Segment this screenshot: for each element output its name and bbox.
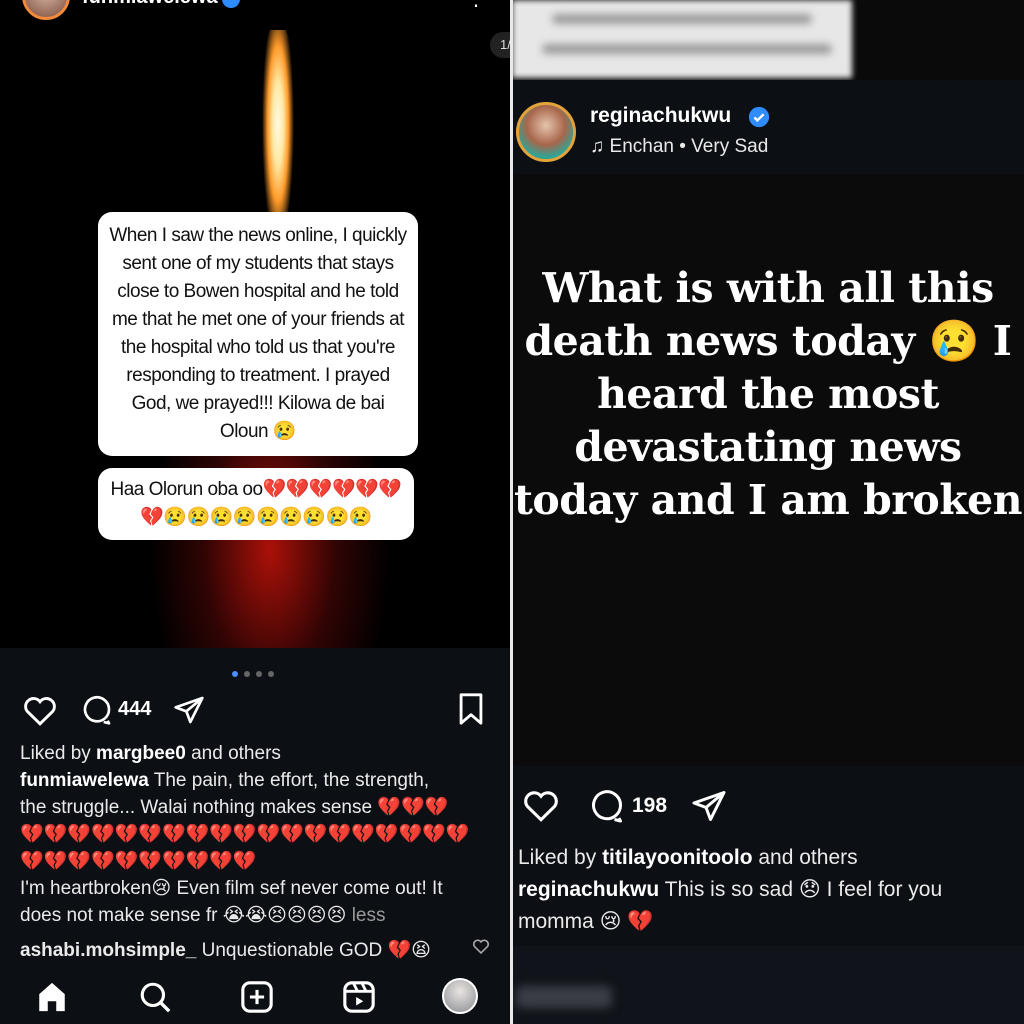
post-username[interactable]: funmiawelewa: [82, 0, 218, 9]
more-options-icon[interactable]: ⋮: [466, 0, 486, 11]
carousel-counter: 1/: [490, 32, 512, 58]
post-caption: Liked by titilayoonitoolo and others reg…: [518, 842, 1018, 938]
heart-icon[interactable]: [522, 788, 560, 827]
caption-username[interactable]: reginachukwu: [518, 878, 659, 901]
carousel-dot: [268, 671, 274, 677]
liked-by-user[interactable]: titilayoonitoolo: [602, 846, 752, 869]
bottom-navigation-bar: [0, 966, 512, 1024]
post-text: What is with all this death news today 😢…: [513, 264, 1023, 524]
verified-badge-icon: [222, 0, 240, 8]
post-image[interactable]: What is with all this death news today 😢…: [512, 174, 1024, 766]
share-icon[interactable]: [172, 694, 206, 731]
music-label[interactable]: ♫ Enchan • Very Sad: [590, 136, 768, 158]
comment-count: 444: [118, 698, 152, 720]
blurred-text-line: [542, 44, 832, 54]
comment-icon[interactable]: [588, 788, 626, 829]
comment-icon[interactable]: [80, 694, 114, 731]
liked-by-suffix[interactable]: and others: [186, 743, 281, 764]
caption-line: reginachukwu This is so sad 😞 I feel for…: [518, 874, 1018, 938]
previous-post-blurred: [512, 0, 1024, 80]
right-instagram-post: reginachukwu ♫ Enchan • Very Sad What is…: [512, 0, 1024, 1024]
story-text-bubble-1: When I saw the news online, I quickly se…: [98, 212, 418, 456]
reels-icon[interactable]: [342, 980, 376, 1019]
post-username[interactable]: reginachukwu: [590, 104, 731, 128]
comment-text: Unquestionable GOD 💔😫: [196, 940, 431, 961]
liked-by-prefix: Liked by: [518, 846, 603, 869]
caption-line-1: funmiawelewa The pain, the effort, the s…: [20, 767, 496, 794]
caption-line-2: the struggle... Walai nothing makes sens…: [20, 797, 449, 818]
less-link[interactable]: less: [352, 905, 386, 926]
home-icon[interactable]: [34, 980, 70, 1019]
bookmark-icon[interactable]: [456, 692, 486, 731]
carousel-indicator: [232, 664, 280, 677]
music-text: Enchan • Very Sad: [609, 136, 769, 157]
blurred-text-line: [516, 986, 612, 1008]
liked-by-suffix[interactable]: and others: [753, 846, 857, 869]
comment-username[interactable]: ashabi.mohsimple_: [20, 940, 196, 961]
post-header: funmiawelewa ⋮: [0, 0, 512, 30]
carousel-dot: [244, 671, 250, 677]
comment-count: 198: [632, 794, 668, 817]
avatar[interactable]: [22, 0, 70, 20]
next-content-blurred: [512, 946, 1024, 1024]
music-note-icon: ♫: [590, 136, 610, 157]
blurred-text-line: [552, 14, 812, 24]
blurred-content: [512, 0, 852, 78]
liked-by-line: Liked by margbee0 and others: [20, 740, 496, 767]
post-actions: 198: [512, 780, 1024, 832]
story-text-bubble-2: Haa Olorun oba oo💔💔💔💔💔💔💔😢😢😢😢😢😢😢😢😢: [98, 468, 414, 540]
carousel-dot-active: [232, 671, 238, 677]
liked-by-user[interactable]: margbee0: [96, 743, 186, 764]
caption-text: The pain, the effort, the strength,: [148, 770, 430, 791]
profile-avatar[interactable]: [442, 978, 478, 1014]
caption-line-3: 💔💔💔💔💔💔💔💔💔💔💔💔💔💔💔💔💔💔💔: [20, 824, 470, 845]
avatar[interactable]: [516, 102, 576, 162]
left-instagram-post: funmiawelewa ⋮ 1/ When I saw the news on…: [0, 0, 512, 1024]
liked-by-line: Liked by titilayoonitoolo and others: [518, 842, 1018, 874]
share-icon[interactable]: [690, 788, 728, 829]
carousel-dot: [256, 671, 262, 677]
post-header: reginachukwu ♫ Enchan • Very Sad: [512, 80, 1024, 174]
search-icon[interactable]: [138, 980, 172, 1019]
caption-text: does not make sense fr 😭😭😣😣😣😣: [20, 905, 352, 926]
caption-username[interactable]: funmiawelewa: [20, 770, 149, 791]
verified-badge-icon: [748, 106, 770, 133]
heart-icon[interactable]: [22, 694, 58, 731]
caption-line-5: I'm heartbroken😢 Even film sef never com…: [20, 878, 443, 899]
panel-divider: [510, 0, 513, 1024]
create-icon[interactable]: [240, 980, 274, 1019]
post-caption: Liked by margbee0 and others funmiawelew…: [20, 740, 496, 929]
caption-line-4: 💔💔💔💔💔💔💔💔💔💔: [20, 851, 257, 872]
liked-by-prefix: Liked by: [20, 743, 97, 764]
caption-line-6: does not make sense fr 😭😭😣😣😣😣 less: [20, 902, 496, 929]
comment-preview: ashabi.mohsimple_ Unquestionable GOD 💔😫: [20, 938, 496, 962]
comment-like-heart-icon[interactable]: [472, 938, 490, 959]
post-actions: 444: [0, 686, 512, 730]
